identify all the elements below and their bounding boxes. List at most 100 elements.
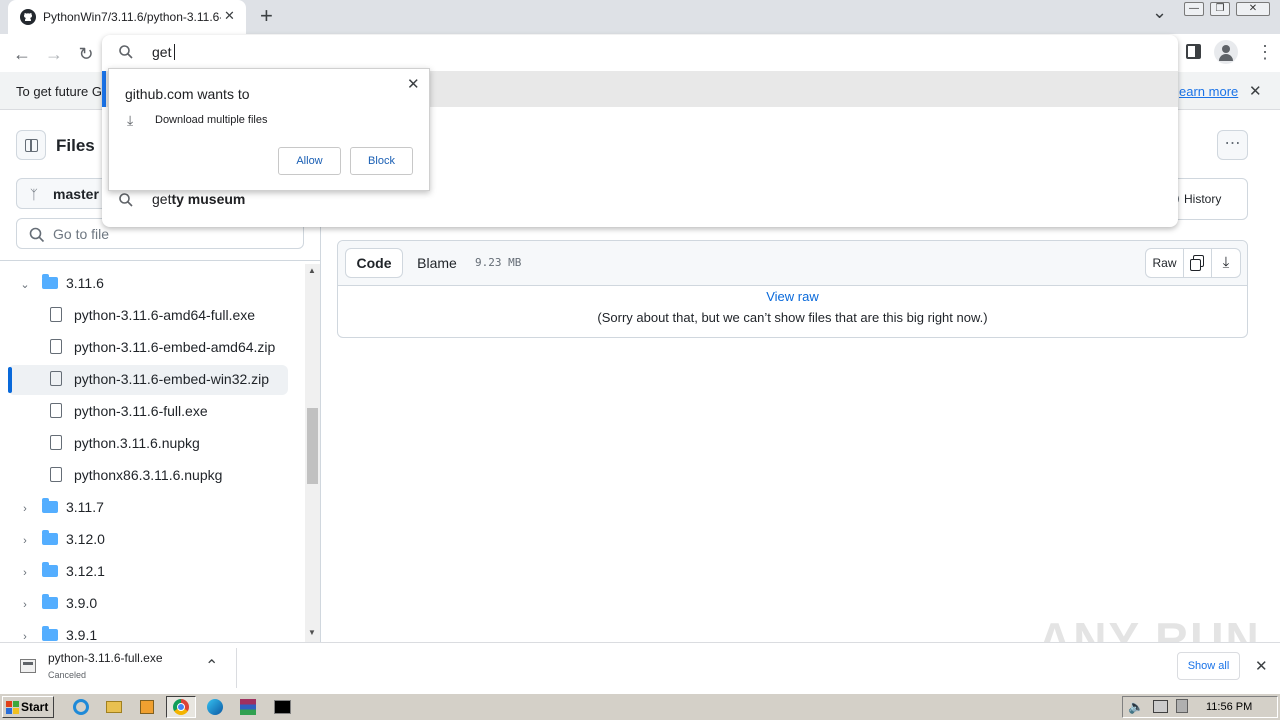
exe-file-icon: [20, 659, 36, 673]
system-tray: [1122, 696, 1278, 718]
popup-item: Download multiple files: [155, 114, 268, 126]
restore-button[interactable]: ❐: [1210, 2, 1230, 16]
tab-blame[interactable]: Blame: [408, 248, 466, 278]
github-favicon-icon: [20, 9, 36, 25]
sidebar-divider: [0, 260, 320, 261]
folder-icon: [42, 498, 58, 513]
download-status: Canceled: [48, 670, 87, 680]
download-filename[interactable]: python-3.11.6-full.exe: [48, 651, 163, 665]
folder-icon: [42, 594, 58, 609]
download-shelf: [0, 642, 1280, 693]
learn-more-link[interactable]: earn more: [1179, 84, 1238, 99]
file-icon: [50, 371, 62, 386]
file-icon: [50, 435, 62, 450]
media-player-icon[interactable]: [136, 697, 158, 717]
network-icon[interactable]: [1153, 700, 1168, 713]
clock: 11:56 PM: [1206, 701, 1253, 713]
tab-code[interactable]: Code: [345, 248, 403, 278]
show-all-button[interactable]: Show all: [1177, 652, 1240, 680]
selected-indicator: [8, 367, 12, 393]
forward-arrow-icon[interactable]: →: [42, 42, 66, 66]
tree-file[interactable]: python-3.11.6-embed-amd64.zip: [50, 332, 275, 362]
file-icon: [50, 467, 62, 482]
folder-icon: [42, 626, 58, 641]
winrar-icon[interactable]: [237, 697, 259, 717]
popup-close-icon[interactable]: ✕: [407, 75, 420, 93]
windows-logo-icon: [6, 701, 19, 714]
scroll-down-icon[interactable]: ▼: [308, 628, 316, 637]
flag-icon[interactable]: [1176, 699, 1188, 713]
info-bar-text: To get future G: [16, 84, 102, 99]
download-icon[interactable]: ⤓: [1212, 249, 1240, 277]
branch-name: master: [53, 186, 99, 202]
profile-avatar[interactable]: [1214, 40, 1238, 64]
tree-folder[interactable]: › 3.11.7: [18, 492, 104, 522]
chevron-right-icon: ›: [23, 503, 27, 515]
download-divider: [236, 648, 237, 688]
omnibox-suggestion[interactable]: getty museum: [152, 191, 245, 207]
branch-selector[interactable]: ᛉ master: [16, 178, 116, 209]
chevron-right-icon: ›: [23, 599, 27, 611]
file-size: 9.23 MB: [475, 256, 522, 269]
side-panel-icon[interactable]: [1186, 44, 1201, 59]
chevron-down-icon: ⌄: [20, 279, 30, 291]
chevron-right-icon: ›: [23, 535, 27, 547]
tree-folder[interactable]: › 3.12.0: [18, 524, 105, 554]
tab-close-icon[interactable]: ✕: [224, 8, 235, 24]
omnibox-search-icon: [119, 45, 133, 59]
download-permission-popup: github.com wants to ✕ ⤓ Download multipl…: [108, 68, 430, 191]
suggestion-search-icon: [119, 193, 133, 207]
cmd-icon[interactable]: [272, 697, 294, 717]
tree-file[interactable]: python-3.11.6-amd64-full.exe: [50, 300, 255, 330]
chevron-up-icon[interactable]: ⌃: [205, 656, 218, 676]
sidebar-panel-icon: [25, 139, 38, 152]
file-icon: [50, 339, 62, 354]
download-icon: ⤓: [127, 112, 134, 128]
explorer-folder-icon[interactable]: [103, 697, 125, 717]
tree-file-selected[interactable]: python-3.11.6-embed-win32.zip: [50, 364, 269, 394]
chrome-taskbar-button[interactable]: [166, 696, 196, 718]
tree-folder[interactable]: › 3.12.1: [18, 556, 105, 586]
new-tab-button[interactable]: +: [260, 3, 273, 29]
search-icon: [29, 227, 45, 243]
start-button[interactable]: Start: [2, 696, 54, 718]
block-button[interactable]: Block: [350, 147, 413, 175]
tab-search-icon[interactable]: ⌄: [1152, 2, 1167, 23]
back-arrow-icon[interactable]: ←: [10, 42, 34, 66]
omnibox-input[interactable]: get: [152, 44, 176, 60]
close-window-button[interactable]: ✕: [1236, 2, 1270, 16]
branch-icon: ᛉ: [30, 187, 38, 202]
download-shelf-close-icon[interactable]: ✕: [1255, 657, 1268, 675]
go-to-file-placeholder: Go to file: [53, 226, 110, 242]
menu-dots-icon[interactable]: ⋮: [1256, 42, 1274, 62]
scroll-up-icon[interactable]: ▲: [308, 266, 316, 275]
allow-button[interactable]: Allow: [278, 147, 341, 175]
chrome-icon: [173, 699, 189, 715]
minimize-button[interactable]: —: [1184, 2, 1204, 16]
tree-folder-3-11-6[interactable]: ⌄ 3.11.6: [18, 268, 104, 298]
copy-button[interactable]: [1184, 249, 1212, 277]
view-raw-link[interactable]: View raw: [338, 289, 1247, 304]
info-bar-close-icon[interactable]: ✕: [1249, 82, 1262, 100]
more-options-button[interactable]: ⋯: [1217, 130, 1248, 160]
collapse-sidebar-button[interactable]: [16, 130, 46, 160]
reload-icon[interactable]: ↻: [74, 42, 98, 66]
sidebar-title: Files: [56, 136, 95, 155]
tree-file[interactable]: python.3.11.6.nupkg: [50, 428, 200, 458]
tree-file[interactable]: pythonx86.3.11.6.nupkg: [50, 460, 222, 490]
ie-icon[interactable]: [70, 697, 92, 717]
file-actions-group: Raw ⤓: [1145, 248, 1241, 278]
scrollbar-thumb[interactable]: [307, 408, 318, 484]
edge-icon[interactable]: [204, 697, 226, 717]
folder-open-icon: [42, 274, 58, 289]
volume-icon[interactable]: 🔈: [1128, 699, 1144, 715]
tab-title: PythonWin7/3.11.6/python-3.11.6-: [43, 10, 221, 24]
popup-title: github.com wants to: [125, 86, 250, 102]
tree-folder[interactable]: › 3.9.0: [18, 588, 97, 618]
file-too-big-message: (Sorry about that, but we can’t show fil…: [597, 310, 988, 325]
raw-button[interactable]: Raw: [1146, 249, 1184, 277]
tree-file[interactable]: python-3.11.6-full.exe: [50, 396, 208, 426]
file-icon: [50, 403, 62, 418]
tree-folder[interactable]: › 3.9.1: [18, 620, 97, 642]
file-icon: [50, 307, 62, 322]
